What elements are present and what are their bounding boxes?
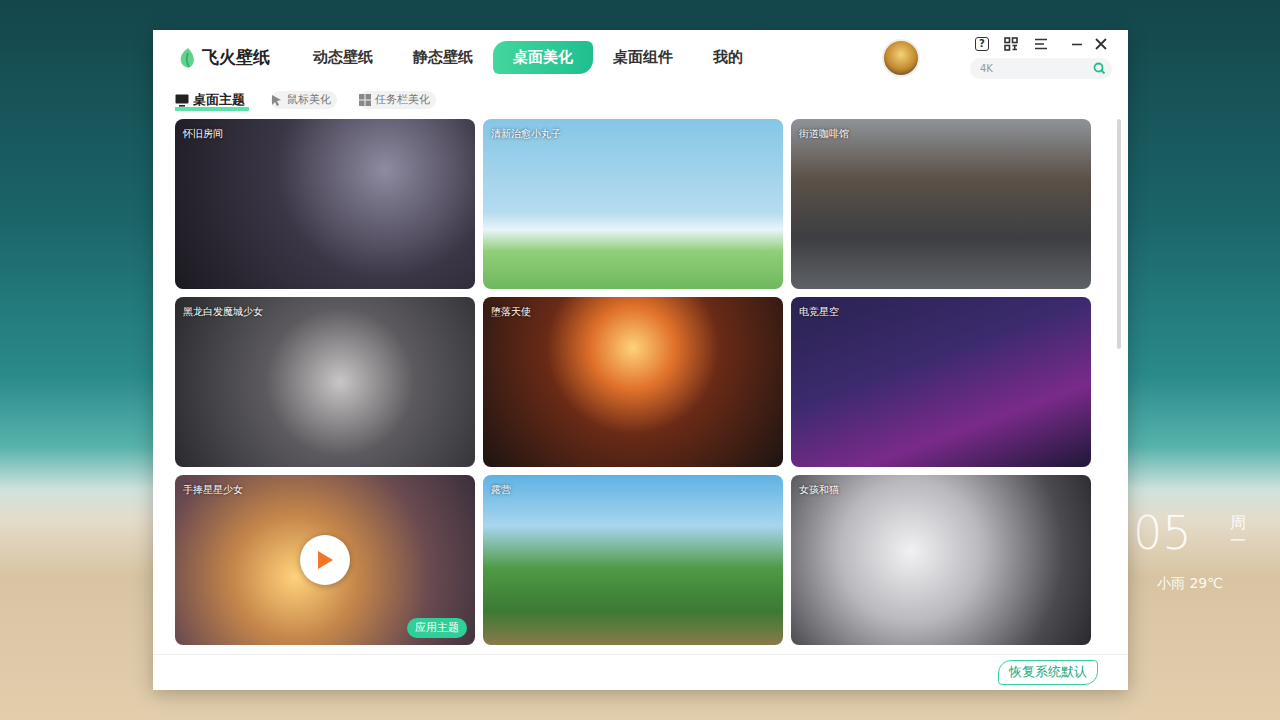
scrollbar-thumb[interactable] <box>1117 119 1121 349</box>
theme-title: 堕落天使 <box>491 304 531 319</box>
theme-title: 电竞星空 <box>799 304 839 319</box>
app-window: 飞火壁纸 动态壁纸静态壁纸桌面美化桌面组件我的 ? 桌面主题鼠标美化任务栏美化 … <box>153 30 1128 690</box>
desktop-weather: 小雨 29℃ <box>1157 573 1223 594</box>
theme-area: 怀旧房间 清新治愈小丸子 街道咖啡馆黑龙白发魔城少女 堕落天使 电竞星空手捧星星少女应用… <box>153 119 1128 654</box>
main-tabs: 动态壁纸静态壁纸桌面美化桌面组件我的 <box>293 41 763 74</box>
play-button[interactable] <box>300 535 350 585</box>
theme-card[interactable]: 清新治愈小丸子 <box>483 119 783 289</box>
windows-icon <box>359 94 371 106</box>
sub-tab[interactable]: 鼠标美化 <box>271 91 337 110</box>
theme-card[interactable]: 露营 <box>483 475 783 645</box>
main-tab[interactable]: 桌面美化 <box>493 41 593 74</box>
close-icon[interactable] <box>1094 37 1108 51</box>
theme-grid: 怀旧房间 清新治愈小丸子 街道咖啡馆黑龙白发魔城少女 堕落天使 电竞星空手捧星星少女应用… <box>175 119 1128 654</box>
theme-card[interactable]: 街道咖啡馆 <box>791 119 1091 289</box>
theme-card[interactable]: 女孩和猫 <box>791 475 1091 645</box>
search-box <box>970 58 1112 79</box>
sub-tab[interactable]: 桌面主题 <box>175 89 249 111</box>
sub-tab-label[interactable]: 任务栏美化 <box>375 92 430 109</box>
menu-icon[interactable] <box>1034 37 1048 51</box>
theme-card[interactable]: 手捧星星少女应用主题 <box>175 475 475 645</box>
leaf-logo-icon[interactable] <box>178 47 198 69</box>
main-tab[interactable]: 桌面组件 <box>593 41 693 74</box>
main-tab[interactable]: 我的 <box>693 41 763 74</box>
theme-title: 街道咖啡馆 <box>799 126 849 141</box>
main-tab[interactable]: 动态壁纸 <box>293 41 393 74</box>
search-input[interactable] <box>980 59 1093 78</box>
theme-card[interactable]: 电竞星空 <box>791 297 1091 467</box>
help-button[interactable]: ? <box>975 37 989 51</box>
minimize-icon[interactable] <box>1070 37 1084 51</box>
qr-code-icon[interactable] <box>1004 37 1018 51</box>
theme-title: 清新治愈小丸子 <box>491 126 561 141</box>
theme-title: 女孩和猫 <box>799 482 839 497</box>
theme-title: 露营 <box>491 482 511 497</box>
app-logo[interactable]: 飞火壁纸 <box>178 45 271 71</box>
sub-tab-label[interactable]: 桌面主题 <box>193 90 245 110</box>
app-name[interactable]: 飞火壁纸 <box>202 45 270 71</box>
theme-title: 黑龙白发魔城少女 <box>183 304 263 319</box>
theme-title: 怀旧房间 <box>183 126 223 141</box>
apply-theme-button[interactable]: 应用主题 <box>407 618 467 638</box>
footer: 恢复系统默认 <box>153 654 1128 690</box>
desktop: 05 周一 小雨 29℃ 飞火壁纸 动态壁纸静态壁纸桌面美化桌面组件我的 ? 桌… <box>0 0 1280 720</box>
sub-tabs: 桌面主题 鼠标美化 任务栏美化 <box>153 86 1128 114</box>
theme-card[interactable]: 堕落天使 <box>483 297 783 467</box>
window-controls: ? <box>970 36 1112 52</box>
header: 飞火壁纸 动态壁纸静态壁纸桌面美化桌面组件我的 ? <box>153 30 1128 85</box>
desktop-weekday: 周一 <box>1230 514 1246 549</box>
play-icon <box>315 549 335 571</box>
main-tab[interactable]: 静态壁纸 <box>393 41 493 74</box>
search-icon[interactable] <box>1093 62 1106 75</box>
avatar-icon[interactable] <box>882 39 920 77</box>
desktop-clock: 05 <box>1133 508 1192 559</box>
theme-card[interactable]: 黑龙白发魔城少女 <box>175 297 475 467</box>
header-tools: ? <box>970 30 1112 79</box>
sub-tab[interactable]: 任务栏美化 <box>359 91 436 110</box>
theme-title: 手捧星星少女 <box>183 482 243 497</box>
theme-card[interactable]: 怀旧房间 <box>175 119 475 289</box>
cursor-icon <box>271 94 283 107</box>
scrollbar[interactable] <box>1117 119 1121 654</box>
sub-tab-label[interactable]: 鼠标美化 <box>287 92 331 109</box>
restore-default-button[interactable]: 恢复系统默认 <box>998 660 1098 685</box>
monitor-icon <box>175 94 189 107</box>
